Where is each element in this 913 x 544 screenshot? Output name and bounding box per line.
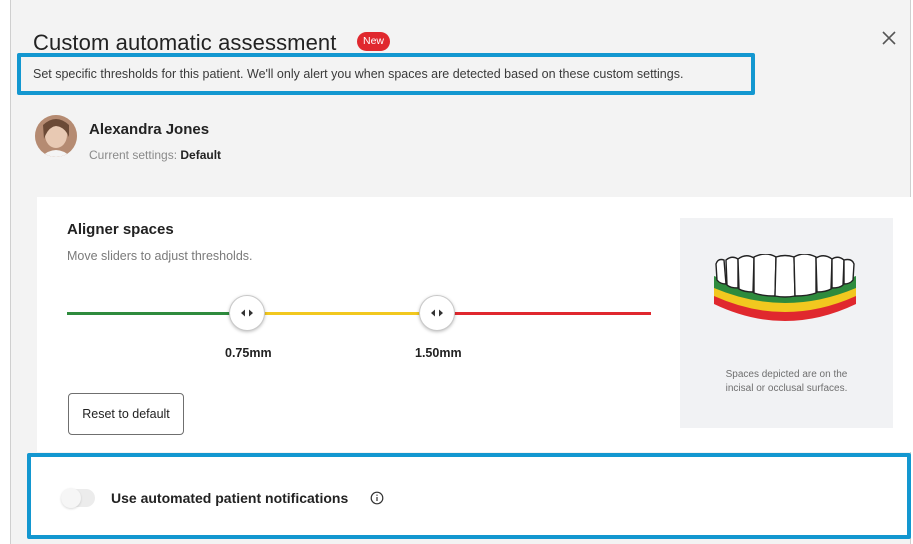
current-settings-value: Default bbox=[180, 148, 222, 162]
reset-to-default-button[interactable]: Reset to default bbox=[68, 393, 184, 435]
patient-name: Alexandra Jones bbox=[89, 121, 210, 138]
info-circle-icon bbox=[370, 491, 384, 505]
toggle-knob bbox=[61, 488, 81, 508]
teeth-illustration-panel: Spaces depicted are on the incisal or oc… bbox=[680, 218, 893, 428]
aligner-spaces-title: Aligner spaces bbox=[67, 221, 174, 238]
illustration-caption-line-2: incisal or occlusal surfaces. bbox=[725, 383, 848, 394]
patient-notifications-section: Use automated patient notifications bbox=[27, 453, 911, 539]
new-badge: New bbox=[357, 32, 391, 51]
drag-arrows-icon bbox=[241, 309, 253, 317]
slider-handle-high[interactable] bbox=[419, 295, 455, 331]
threshold-high-label: 1.50mm bbox=[415, 346, 462, 360]
info-icon[interactable] bbox=[370, 491, 384, 505]
slider-track-mid[interactable] bbox=[237, 312, 427, 315]
close-button[interactable] bbox=[877, 26, 901, 50]
slider-track-low[interactable] bbox=[67, 312, 237, 315]
notifications-label: Use automated patient notifications bbox=[111, 490, 349, 506]
aligner-spaces-card: Aligner spaces Move sliders to adjust th… bbox=[37, 197, 913, 452]
notifications-toggle[interactable] bbox=[61, 488, 95, 508]
dialog-subtitle: Set specific thresholds for this patient… bbox=[33, 67, 684, 81]
threshold-low-label: 0.75mm bbox=[225, 346, 272, 360]
slider-handle-low[interactable] bbox=[229, 295, 265, 331]
close-icon bbox=[882, 31, 896, 45]
aligner-spaces-description: Move sliders to adjust thresholds. bbox=[67, 249, 253, 263]
illustration-caption: Spaces depicted are on the incisal or oc… bbox=[680, 368, 893, 396]
illustration-caption-line-1: Spaces depicted are on the bbox=[725, 369, 848, 380]
avatar bbox=[35, 115, 77, 157]
teeth-illustration bbox=[714, 254, 856, 321]
drag-arrows-icon bbox=[431, 309, 443, 317]
current-settings-label: Current settings: bbox=[89, 148, 181, 162]
slider-track-high[interactable] bbox=[427, 312, 651, 315]
patient-photo bbox=[35, 115, 77, 157]
current-settings: Current settings: Default bbox=[89, 148, 221, 162]
